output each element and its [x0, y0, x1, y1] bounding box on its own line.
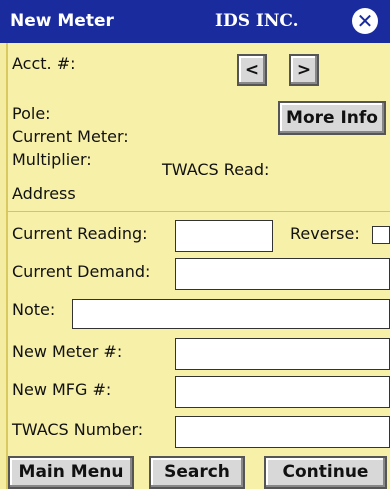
current-demand-input[interactable]	[175, 258, 390, 290]
title-bar: New Meter IDS INC. ✕	[0, 0, 390, 43]
search-button[interactable]: Search	[149, 456, 245, 489]
new-mfg-label: New MFG #:	[12, 380, 112, 399]
current-meter-label: Current Meter:	[12, 127, 129, 146]
reverse-checkbox[interactable]	[372, 226, 390, 244]
close-icon[interactable]: ✕	[352, 8, 378, 34]
twacs-number-label: TWACS Number:	[12, 420, 144, 439]
current-reading-input[interactable]	[175, 220, 273, 252]
pole-label: Pole:	[12, 104, 51, 123]
divider	[6, 211, 390, 212]
main-menu-button[interactable]: Main Menu	[8, 456, 134, 489]
window-title: New Meter	[10, 11, 114, 31]
twacs-read-label: TWACS Read:	[162, 160, 270, 179]
more-info-button[interactable]: More Info	[278, 101, 386, 135]
next-account-button[interactable]: >	[289, 54, 319, 86]
account-label: Acct. #:	[12, 54, 76, 73]
note-label: Note:	[12, 300, 56, 319]
note-input[interactable]	[72, 299, 390, 329]
new-meter-input[interactable]	[175, 338, 390, 370]
new-mfg-input[interactable]	[175, 376, 390, 408]
continue-button[interactable]: Continue	[264, 456, 387, 489]
current-reading-label: Current Reading:	[12, 224, 148, 243]
address-label: Address	[12, 184, 76, 203]
company-name: IDS INC.	[215, 11, 299, 31]
twacs-number-input[interactable]	[175, 416, 390, 448]
multiplier-label: Multiplier:	[12, 150, 92, 169]
new-meter-label: New Meter #:	[12, 342, 123, 361]
current-demand-label: Current Demand:	[12, 262, 151, 281]
prev-account-button[interactable]: <	[237, 54, 267, 86]
reverse-label: Reverse:	[290, 224, 360, 243]
